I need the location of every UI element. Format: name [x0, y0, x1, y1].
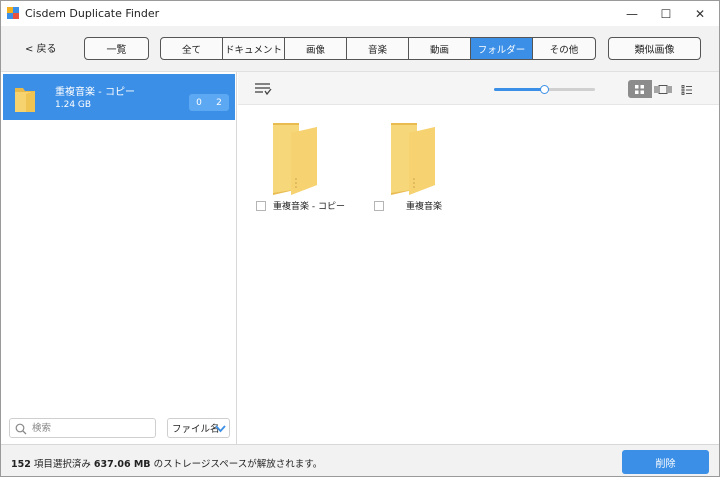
sort-select-value: ファイル名	[172, 424, 220, 435]
app-logo-icon	[7, 7, 19, 19]
tab-category-2[interactable]: 画像	[285, 38, 347, 59]
group-name: 重複音楽 - コピー	[55, 87, 135, 98]
toolbar: < 戻る 一覧 全て ドキュメント 画像 音楽 動画 フォルダー その他 類似画像	[1, 26, 719, 72]
freed-label: のストレージスペースが解放されます。	[150, 459, 323, 470]
carousel-view-button[interactable]	[651, 80, 676, 98]
category-tabs: 全て ドキュメント 画像 音楽 動画 フォルダー その他	[160, 37, 596, 60]
similar-images-button[interactable]: 類似画像	[608, 37, 701, 60]
folder-icon	[15, 88, 35, 112]
back-button[interactable]: < 戻る	[25, 40, 57, 55]
file-grid: 重複音楽 - コピー 重複音楽	[238, 105, 719, 444]
group-size: 1.24 GB	[55, 100, 92, 110]
view-mode-switch	[628, 80, 699, 98]
tab-category-0[interactable]: 全て	[161, 38, 223, 59]
selected-label: 項目選択済み	[30, 459, 94, 470]
thumbnail-size-slider[interactable]	[494, 85, 595, 94]
app-window: Cisdem Duplicate Finder — ☐ ✕ < 戻る 一覧 全て…	[0, 0, 720, 477]
search-icon	[15, 423, 27, 435]
duplicate-group-list: 重複音楽 - コピー 1.24 GB 0 2 ファイル名	[1, 72, 237, 444]
minimize-button[interactable]: —	[615, 1, 649, 26]
badge-selected-count: 0	[196, 97, 202, 108]
delete-button[interactable]: 削除	[622, 450, 709, 474]
content-header	[238, 72, 719, 105]
file-card[interactable]: 重複音楽	[374, 123, 484, 213]
sort-select[interactable]: ファイル名	[167, 418, 230, 438]
tab-category-1[interactable]: ドキュメント	[223, 38, 285, 59]
tab-category-6[interactable]: その他	[533, 38, 595, 59]
file-name: 重複音楽 - コピー	[273, 202, 345, 212]
window-title: Cisdem Duplicate Finder	[25, 7, 160, 20]
list-item-group[interactable]: 重複音楽 - コピー 1.24 GB 0 2	[3, 74, 235, 120]
list-view-button[interactable]	[675, 80, 699, 98]
search-input[interactable]	[32, 421, 150, 436]
folder-icon	[391, 123, 435, 195]
carousel-view-icon	[654, 84, 672, 94]
search-box	[9, 418, 156, 438]
folder-icon	[273, 123, 317, 195]
overview-button[interactable]: 一覧	[84, 37, 149, 60]
selected-count: 152	[11, 459, 31, 470]
file-checkbox[interactable]	[256, 201, 266, 211]
file-name: 重複音楽	[406, 202, 443, 212]
tab-category-3[interactable]: 音楽	[347, 38, 409, 59]
file-card[interactable]: 重複音楽 - コピー	[256, 123, 366, 213]
grid-view-icon	[635, 84, 645, 94]
slider-handle[interactable]	[540, 85, 549, 94]
title-bar: Cisdem Duplicate Finder — ☐ ✕	[1, 1, 719, 26]
sort-options-icon[interactable]	[254, 82, 272, 96]
maximize-button[interactable]: ☐	[649, 1, 683, 26]
badge-total-count: 2	[216, 97, 222, 108]
tab-category-5[interactable]: フォルダー	[471, 38, 533, 59]
close-button[interactable]: ✕	[683, 1, 717, 26]
chevron-down-icon	[215, 425, 226, 433]
freed-size: 637.06 MB	[93, 459, 151, 470]
tab-category-4[interactable]: 動画	[409, 38, 471, 59]
file-checkbox[interactable]	[374, 201, 384, 211]
slider-fill	[494, 88, 545, 91]
list-view-icon	[681, 84, 692, 95]
selection-status: 152 項目選択済み 637.06 MB のストレージスペースが解放されます。	[11, 456, 322, 470]
status-bar: 152 項目選択済み 637.06 MB のストレージスペースが解放されます。 …	[1, 444, 719, 476]
count-badge: 0 2	[189, 94, 229, 111]
grid-view-button[interactable]	[628, 80, 652, 98]
